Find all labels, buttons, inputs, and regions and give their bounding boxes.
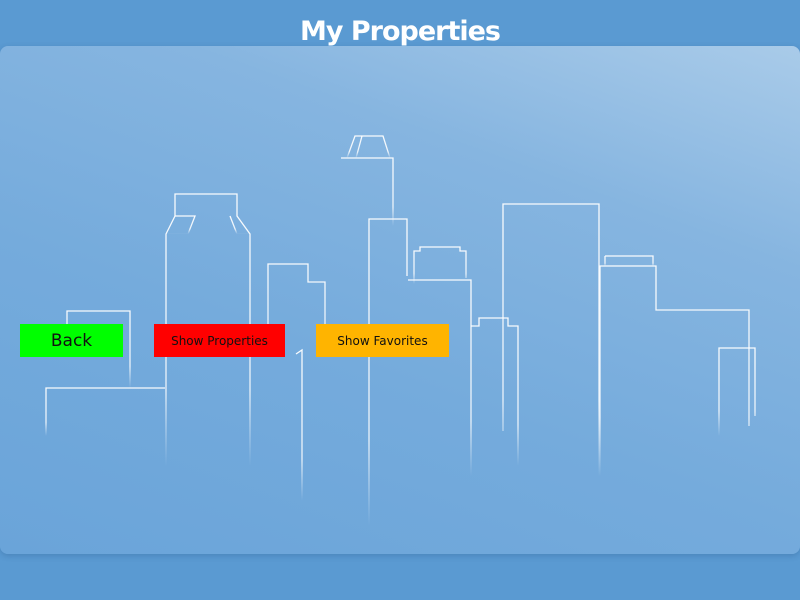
content-panel: [0, 46, 800, 554]
show-favorites-button[interactable]: Show Favorites: [316, 324, 449, 357]
page-title: My Properties: [299, 16, 501, 47]
show-properties-button[interactable]: Show Properties: [154, 324, 285, 357]
city-skyline-illustration: [45, 66, 756, 526]
back-button[interactable]: Back: [20, 324, 123, 357]
page-footer-strip: [0, 554, 800, 600]
